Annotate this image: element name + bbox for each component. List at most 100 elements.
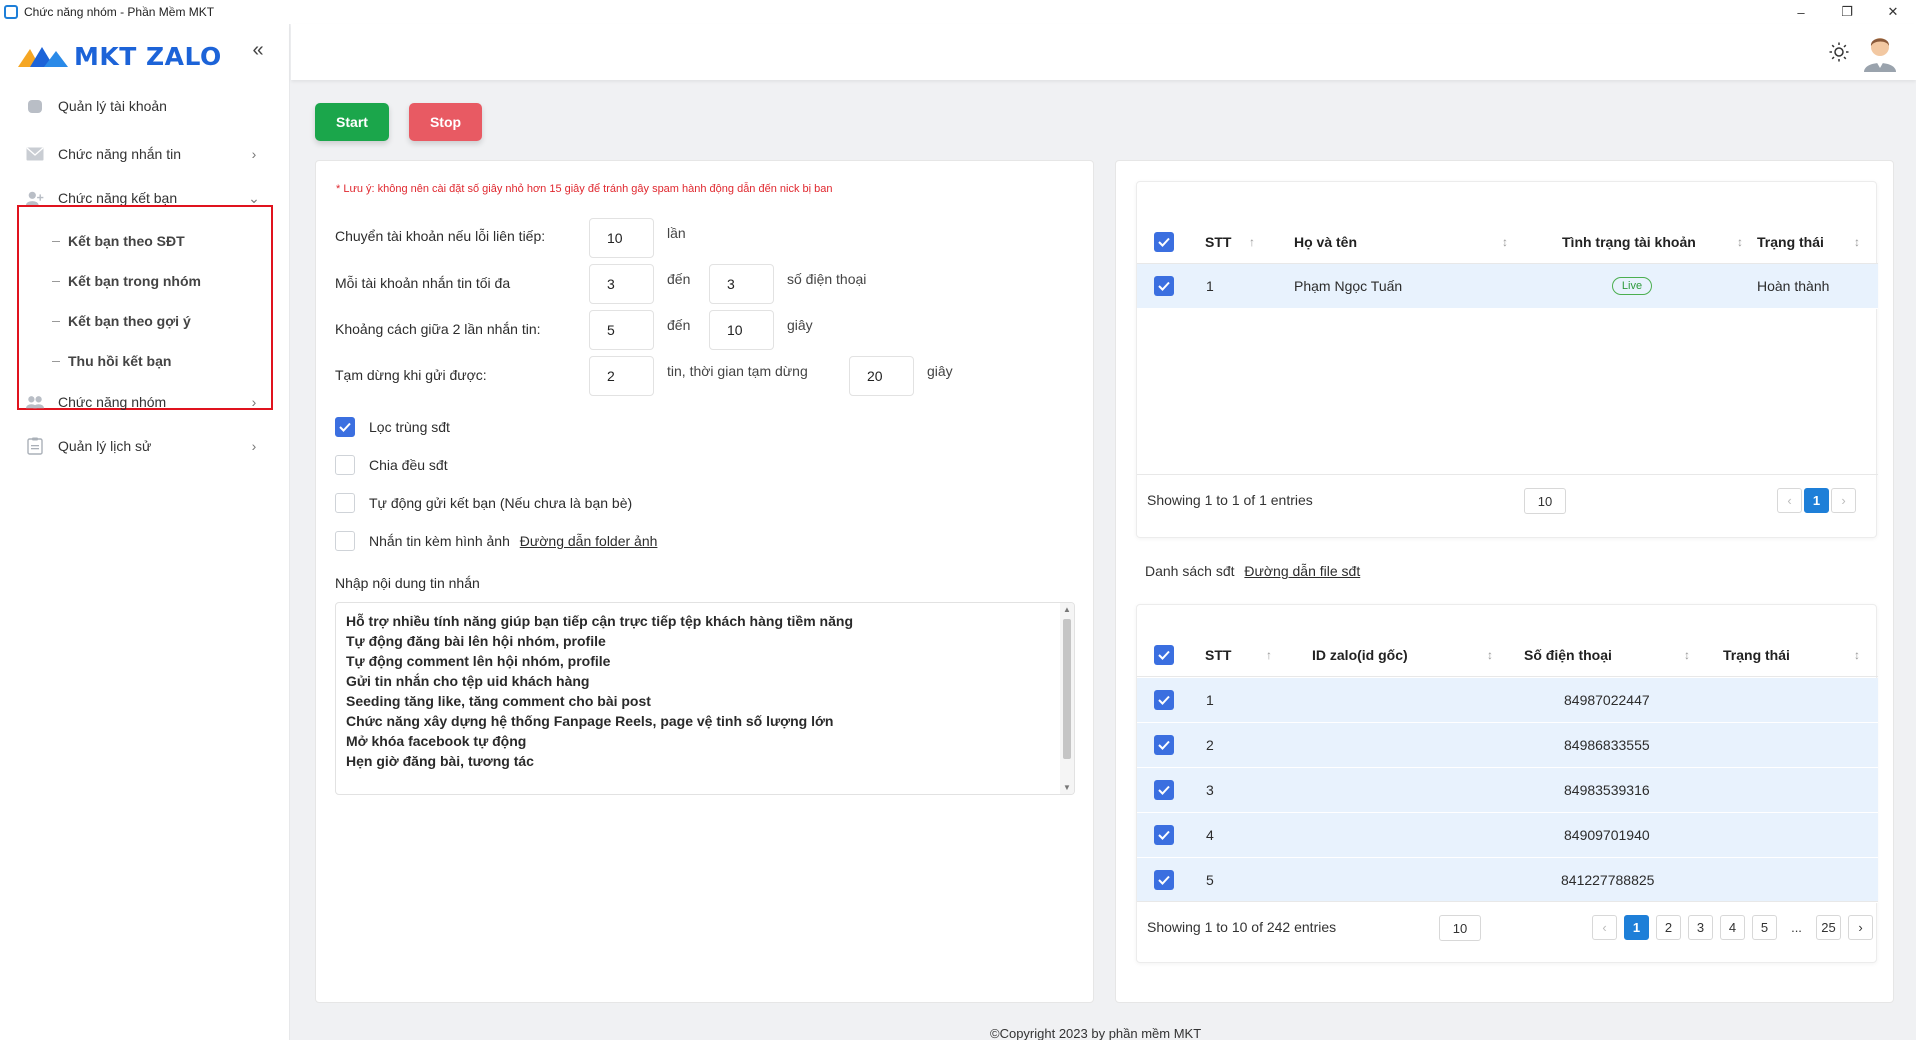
col-stt[interactable]: STT: [1205, 647, 1231, 663]
pause-mid-label: tin, thời gian tạm dừng: [667, 363, 808, 379]
scroll-thumb[interactable]: [1063, 619, 1071, 759]
phone-file-link[interactable]: Đường dẫn file sđt: [1244, 563, 1360, 579]
pause-count-input[interactable]: 2: [589, 356, 654, 396]
stop-button[interactable]: Stop: [409, 103, 482, 141]
row-checkbox[interactable]: [1154, 825, 1174, 845]
image-folder-link[interactable]: Đường dẫn folder ảnh: [520, 533, 658, 549]
accounts-table-footer: Showing 1 to 1 of 1 entries 10 ‹ 1 ›: [1137, 474, 1878, 526]
table-row[interactable]: 1 Phạm Ngọc Tuấn Live Hoàn thành: [1137, 264, 1878, 309]
page-size-select[interactable]: 10: [1439, 915, 1481, 941]
message-scrollbar[interactable]: ▲ ▼: [1060, 603, 1074, 794]
page-size-select[interactable]: 10: [1524, 488, 1566, 514]
row-checkbox[interactable]: [1154, 735, 1174, 755]
interval-to-input[interactable]: 10: [709, 310, 774, 350]
sidebar-item-account-management[interactable]: Quản lý tài khoản: [20, 86, 272, 126]
table-row[interactable]: 4 84909701940: [1137, 813, 1878, 858]
select-all-checkbox[interactable]: [1154, 645, 1174, 665]
next-page-button[interactable]: ›: [1848, 915, 1873, 940]
attach-image-checkbox[interactable]: [335, 531, 355, 551]
sort-icon[interactable]: ↕: [1487, 648, 1493, 662]
table-row[interactable]: 2 84986833555: [1137, 723, 1878, 768]
restore-button[interactable]: ❐: [1824, 0, 1870, 24]
phone-list-label: Danh sách sđt Đường dẫn file sđt: [1145, 563, 1361, 579]
col-state[interactable]: Trạng thái: [1757, 234, 1824, 250]
page-button[interactable]: 1: [1804, 488, 1829, 513]
switch-account-label: Chuyển tài khoản nếu lỗi liên tiếp:: [335, 228, 546, 244]
pause-time-input[interactable]: 20: [849, 356, 914, 396]
scroll-up-icon[interactable]: ▲: [1063, 605, 1071, 614]
row-checkbox[interactable]: [1154, 870, 1174, 890]
sort-icon[interactable]: ↕: [1854, 235, 1860, 249]
minimize-button[interactable]: –: [1778, 0, 1824, 24]
table-row[interactable]: 1 84987022447: [1137, 678, 1878, 723]
interval-from-input[interactable]: 5: [589, 310, 654, 350]
scroll-down-icon[interactable]: ▼: [1063, 783, 1071, 792]
col-state[interactable]: Trạng thái: [1723, 647, 1790, 663]
interval-label: Khoảng cách giữa 2 lần nhắn tin:: [335, 321, 541, 337]
col-account-status[interactable]: Tình trạng tài khoản: [1562, 234, 1696, 250]
cell-phone: 841227788825: [1561, 872, 1655, 888]
check-icon: [1158, 740, 1170, 750]
page-button[interactable]: 5: [1752, 915, 1777, 940]
attach-image-label: Nhắn tin kèm hình ảnh Đường dẫn folder ả…: [369, 533, 658, 549]
logo-mark-icon: [18, 47, 68, 67]
prev-page-button[interactable]: ‹: [1592, 915, 1617, 940]
table-row[interactable]: 3 84983539316: [1137, 768, 1878, 813]
prev-page-button[interactable]: ‹: [1777, 488, 1802, 513]
col-phone[interactable]: Số điện thoại: [1524, 647, 1612, 663]
avatar[interactable]: [1862, 32, 1898, 72]
sun-icon: [1829, 42, 1849, 62]
table-row[interactable]: 5 841227788825: [1137, 858, 1878, 903]
next-page-button[interactable]: ›: [1831, 488, 1856, 513]
page-button[interactable]: 25: [1816, 915, 1841, 940]
dedupe-checkbox[interactable]: [335, 417, 355, 437]
sidebar-item-history[interactable]: Quản lý lịch sử ›: [20, 426, 272, 466]
sort-icon[interactable]: ↕: [1737, 235, 1743, 249]
row-checkbox[interactable]: [1154, 276, 1174, 296]
subitem-withdraw-request[interactable]: Thu hồi kết bạn: [52, 346, 171, 376]
sort-icon[interactable]: ↕: [1854, 648, 1860, 662]
chevron-down-icon: ⌄: [248, 189, 260, 206]
sort-asc-icon[interactable]: ↑: [1266, 648, 1272, 662]
theme-toggle-button[interactable]: [1824, 37, 1854, 67]
select-all-checkbox[interactable]: [1154, 232, 1174, 252]
close-button[interactable]: ✕: [1870, 0, 1916, 24]
sidebar-item-label: Chức năng nhóm: [58, 394, 167, 410]
dedupe-label: Lọc trùng sđt: [369, 419, 450, 435]
message-textarea[interactable]: Hỗ trợ nhiều tính năng giúp bạn tiếp cận…: [335, 602, 1075, 795]
chevron-right-icon: ›: [251, 438, 257, 454]
auto-add-friend-label: Tự động gửi kết bạn (Nếu chưa là bạn bè): [369, 495, 633, 511]
switch-account-input[interactable]: 10: [589, 218, 654, 258]
auto-add-friend-checkbox[interactable]: [335, 493, 355, 513]
page-button[interactable]: 2: [1656, 915, 1681, 940]
sidebar-item-label: Chức năng kết bạn: [58, 190, 178, 206]
start-button[interactable]: Start: [315, 103, 389, 141]
row-checkbox[interactable]: [1154, 780, 1174, 800]
sort-icon[interactable]: ↕: [1684, 648, 1690, 662]
page-button[interactable]: 4: [1720, 915, 1745, 940]
max-to-input[interactable]: 3: [709, 264, 774, 304]
account-icon: [26, 97, 44, 115]
phones-table-header: STT ↑ ID zalo(id gốc) ↕ Số điện thoại ↕ …: [1137, 633, 1878, 677]
max-messages-label: Mỗi tài khoản nhắn tin tối đa: [335, 275, 511, 291]
max-from-input[interactable]: 3: [589, 264, 654, 304]
check-icon: [1158, 237, 1170, 247]
row-checkbox[interactable]: [1154, 690, 1174, 710]
subitem-friend-suggested[interactable]: Kết bạn theo gợi ý: [52, 306, 191, 336]
col-name[interactable]: Họ và tên: [1294, 234, 1357, 250]
sidebar-item-group[interactable]: Chức năng nhóm ›: [20, 382, 272, 422]
subitem-friend-in-group[interactable]: Kết bạn trong nhóm: [52, 266, 201, 296]
col-zalo-id[interactable]: ID zalo(id gốc): [1312, 647, 1408, 663]
col-stt[interactable]: STT: [1205, 234, 1231, 250]
sort-icon[interactable]: ↕: [1502, 235, 1508, 249]
check-icon: [1158, 830, 1170, 840]
message-label: Nhập nội dung tin nhắn: [335, 575, 480, 591]
sort-asc-icon[interactable]: ↑: [1249, 235, 1255, 249]
sidebar-item-messaging[interactable]: Chức năng nhắn tin ›: [20, 134, 272, 174]
split-checkbox[interactable]: [335, 455, 355, 475]
phones-table-footer: Showing 1 to 10 of 242 entries 10 ‹ 1 2 …: [1137, 901, 1878, 953]
page-button[interactable]: 1: [1624, 915, 1649, 940]
collapse-sidebar-button[interactable]: «: [248, 38, 268, 62]
subitem-friend-by-phone[interactable]: Kết bạn theo SĐT: [52, 226, 185, 256]
page-button[interactable]: 3: [1688, 915, 1713, 940]
